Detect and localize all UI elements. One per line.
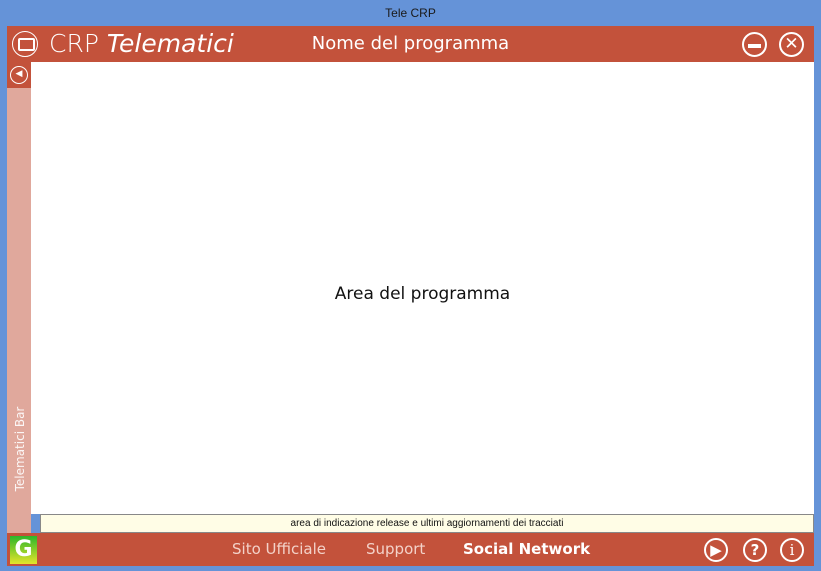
minimize-button[interactable] bbox=[742, 32, 767, 57]
help-icon[interactable]: ? bbox=[743, 538, 767, 562]
app-header: CRP Telematici Nome del programma ✕ bbox=[7, 26, 814, 62]
telematici-bar: ◀ Telematici Bar bbox=[7, 62, 31, 533]
release-status-bar: area di indicazione release e ultimi agg… bbox=[40, 514, 814, 533]
window-title: Tele CRP bbox=[385, 6, 436, 20]
info-icon[interactable]: i bbox=[780, 538, 804, 562]
footer: G Sito Ufficiale Support Social Network … bbox=[7, 533, 814, 566]
link-support[interactable]: Support bbox=[366, 533, 425, 566]
gpro-logo[interactable]: G bbox=[10, 536, 37, 564]
play-icon[interactable]: ▶ bbox=[704, 538, 728, 562]
close-button[interactable]: ✕ bbox=[779, 32, 804, 57]
program-area: Area del programma bbox=[31, 62, 814, 514]
sidebar-label: Telematici Bar bbox=[13, 406, 27, 492]
program-area-label: Area del programma bbox=[334, 284, 511, 304]
link-sito-ufficiale[interactable]: Sito Ufficiale bbox=[232, 533, 326, 566]
sidebar-top: ◀ bbox=[7, 62, 31, 88]
program-name: Nome del programma bbox=[311, 33, 510, 54]
link-social-network[interactable]: Social Network bbox=[463, 533, 590, 566]
back-arrow-icon[interactable]: ◀ bbox=[10, 66, 28, 84]
